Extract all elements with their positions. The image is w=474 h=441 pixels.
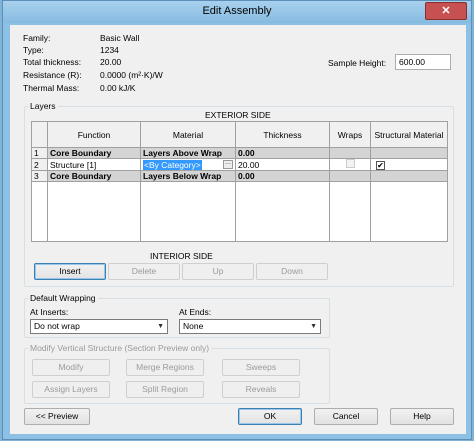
row-number[interactable]: 3 [31,170,48,182]
layer-row[interactable]: 1 Core Boundary Layers Above Wrap 0.00 [31,147,448,159]
thickness-cell[interactable]: 0.00 [235,170,330,182]
structural-cell [370,170,448,182]
modify-button[interactable]: Modify [32,359,110,376]
ok-button[interactable]: OK [238,408,302,425]
thickness-cell[interactable]: 0.00 [235,147,330,159]
reveals-button[interactable]: Reveals [222,381,300,398]
sample-height-input[interactable]: 600.00 [395,54,451,70]
close-button[interactable]: ✕ [425,2,467,20]
thickness-cell[interactable]: 20.00 [235,158,330,171]
family-label: Family: [23,33,51,43]
wraps-cell [329,170,371,182]
assign-layers-button[interactable]: Assign Layers [32,381,110,398]
material-column-header: Material [140,121,236,148]
chevron-down-icon: ▼ [310,323,317,330]
resistance-value: 0.0000 (m²·K)/W [100,70,163,80]
family-value: Basic Wall [100,33,140,43]
wraps-checkbox [345,159,355,168]
title-bar[interactable]: Edit Assembly ✕ [3,1,471,23]
layers-group-label: Layers [28,101,58,111]
type-value: 1234 [100,45,119,55]
window-title: Edit Assembly [202,5,272,17]
default-wrapping-label: Default Wrapping [28,293,98,303]
resistance-label: Resistance (R): [23,70,82,80]
sweeps-button[interactable]: Sweeps [222,359,300,376]
row-number[interactable]: 1 [31,147,48,159]
thermal-mass-value: 0.00 kJ/K [100,83,136,93]
thermal-mass-label: Thermal Mass: [23,83,80,93]
structural-material-checkbox[interactable]: ✔ [376,160,385,170]
browse-material-button[interactable]: ··· [223,159,233,169]
insert-button[interactable]: Insert [34,263,106,280]
material-value[interactable]: <By Category> [143,159,202,170]
wraps-cell [329,147,371,159]
down-button[interactable]: Down [256,263,328,280]
total-thickness-label: Total thickness: [23,57,82,67]
total-thickness-value: 20.00 [100,57,122,67]
structural-cell [370,147,448,159]
at-ends-dropdown[interactable]: None ▼ [179,319,321,334]
at-inserts-label: At Inserts: [30,307,69,317]
empty-row [31,181,448,242]
edit-assembly-window: Edit Assembly ✕ Family: Basic Wall Type:… [2,0,472,440]
layers-table: Function Material Thickness Wraps Struct… [31,121,448,242]
function-cell[interactable]: Core Boundary [47,170,141,182]
help-button[interactable]: Help [390,408,454,425]
type-label: Type: [23,45,44,55]
delete-button[interactable]: Delete [108,263,180,280]
wraps-column-header: Wraps [329,121,371,148]
layer-row[interactable]: 3 Core Boundary Layers Below Wrap 0.00 [31,170,448,182]
at-inserts-dropdown[interactable]: Do not wrap ▼ [30,319,168,334]
wraps-cell [329,158,371,171]
material-cell[interactable]: Layers Above Wrap [140,147,236,159]
cancel-button[interactable]: Cancel [314,408,378,425]
structural-material-column-header: Structural Material [370,121,448,148]
at-ends-label: At Ends: [179,307,212,317]
exterior-side-label: EXTERIOR SIDE [205,110,271,120]
chevron-down-icon: ▼ [157,323,164,330]
merge-regions-button[interactable]: Merge Regions [126,359,204,376]
function-cell[interactable]: Core Boundary [47,147,141,159]
function-cell[interactable]: Structure [1] [47,158,141,171]
material-cell[interactable]: <By Category> ··· [140,158,236,171]
layers-header-row: Function Material Thickness Wraps Struct… [31,121,448,148]
row-number[interactable]: 2 [31,158,48,171]
split-region-button[interactable]: Split Region [126,381,204,398]
preview-button[interactable]: << Preview [24,408,90,425]
row-number-header [31,121,48,148]
at-ends-value: None [183,321,204,331]
structural-cell[interactable]: ✔ [370,158,448,171]
thickness-column-header: Thickness [235,121,330,148]
dialog-body: Family: Basic Wall Type: 1234 Total thic… [10,25,466,434]
sample-height-label: Sample Height: [328,58,387,68]
modify-structure-label: Modify Vertical Structure (Section Previ… [28,343,212,353]
material-cell[interactable]: Layers Below Wrap [140,170,236,182]
interior-side-label: INTERIOR SIDE [150,251,213,261]
up-button[interactable]: Up [182,263,254,280]
at-inserts-value: Do not wrap [34,321,80,331]
function-column-header: Function [47,121,141,148]
layer-row[interactable]: 2 Structure [1] <By Category> ··· 20.00 … [31,158,448,171]
